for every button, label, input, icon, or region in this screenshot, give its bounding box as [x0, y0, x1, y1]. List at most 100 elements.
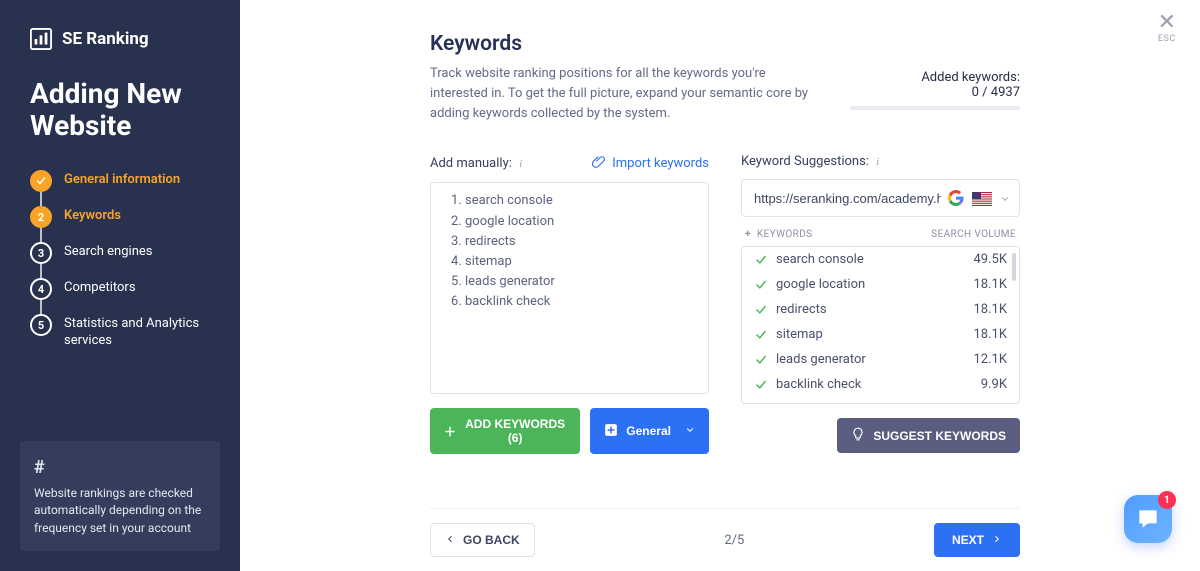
next-label: NEXT: [952, 533, 984, 547]
check-icon: [754, 378, 768, 392]
close-button[interactable]: ✕ ESC: [1158, 12, 1176, 44]
hash-icon: #: [34, 455, 206, 481]
chevron-left-icon: [445, 533, 455, 547]
step-statistics[interactable]: 5 Statistics and Analytics services: [30, 314, 216, 349]
step-label: Competitors: [64, 278, 136, 296]
suggestion-volume: 49.5K: [973, 252, 1007, 267]
keywords-textarea[interactable]: search consolegoogle locationredirectssi…: [430, 182, 709, 394]
chat-badge: 1: [1158, 491, 1176, 509]
suggestion-volume: 18.1K: [973, 327, 1007, 342]
step-label: Keywords: [64, 206, 121, 224]
step-general-information[interactable]: General information: [30, 170, 216, 192]
chevron-down-icon[interactable]: [1000, 189, 1010, 208]
suggestion-row[interactable]: backlink check 9.9K: [742, 372, 1019, 397]
plus-square-icon: [604, 423, 618, 440]
check-icon: [754, 353, 768, 367]
close-label: ESC: [1158, 34, 1176, 44]
step-competitors[interactable]: 4 Competitors: [30, 278, 216, 300]
sidebar-title: Adding New Website: [30, 78, 216, 142]
step-number: 5: [30, 314, 52, 336]
suggest-keywords-button[interactable]: SUGGEST KEYWORDS: [837, 418, 1020, 453]
suggestion-row[interactable]: leads generator 12.1K: [742, 347, 1019, 372]
sidebar: SE Ranking Adding New Website General in…: [0, 0, 240, 571]
suggest-keywords-label: SUGGEST KEYWORDS: [873, 429, 1006, 443]
manual-keyword-item: google location: [465, 212, 696, 232]
suggestions-table: search console49.5Kgoogle location18.1Kr…: [741, 246, 1020, 404]
step-label: General information: [64, 170, 180, 188]
suggestions-label: Keyword Suggestions:: [741, 154, 869, 169]
page-title: Keywords: [430, 32, 1020, 56]
manual-keyword-item: search console: [465, 191, 696, 211]
main-panel: ✕ ESC Keywords Track website ranking pos…: [240, 0, 1200, 571]
brand-name: SE Ranking: [62, 29, 149, 49]
info-icon[interactable]: i: [876, 156, 879, 168]
suggestion-volume: 18.1K: [973, 302, 1007, 317]
check-icon: [754, 328, 768, 342]
page-description: Track website ranking positions for all …: [430, 64, 810, 124]
lightbulb-icon: [851, 427, 865, 444]
suggestion-name: search console: [776, 252, 864, 267]
import-keywords-link[interactable]: Import keywords: [592, 154, 709, 172]
paperclip-icon: [592, 154, 606, 172]
sidebar-note: # Website rankings are checked automatic…: [20, 441, 220, 551]
suggestion-name: redirects: [776, 302, 827, 317]
step-number: 3: [30, 242, 52, 264]
suggestion-row[interactable]: search console 49.5K: [742, 247, 1019, 272]
info-icon[interactable]: i: [519, 158, 522, 170]
check-icon: [754, 303, 768, 317]
add-manually-section: Add manually: i Import keywords search c…: [430, 154, 709, 454]
go-back-label: GO BACK: [463, 533, 520, 547]
suggestion-row[interactable]: redirects 18.1K: [742, 297, 1019, 322]
added-keywords: Added keywords: 0 / 4937: [850, 64, 1020, 110]
go-back-button[interactable]: GO BACK: [430, 523, 535, 557]
keywords-column-header: KEYWORDS: [757, 229, 813, 240]
added-keywords-count: 0 / 4937: [972, 85, 1020, 100]
import-keywords-label: Import keywords: [612, 156, 709, 171]
manual-keyword-item: sitemap: [465, 252, 696, 272]
suggestion-row[interactable]: sitemap 18.1K: [742, 322, 1019, 347]
added-keywords-progress: [850, 106, 1020, 110]
flag-us-icon[interactable]: [972, 191, 992, 205]
sidebar-note-text: Website rankings are checked automatical…: [34, 486, 201, 535]
step-label: Statistics and Analytics services: [64, 314, 216, 349]
chevron-right-icon: [992, 533, 1002, 547]
suggestion-volume: 18.1K: [973, 277, 1007, 292]
chevron-down-icon: [685, 424, 695, 438]
close-icon: ✕: [1158, 12, 1176, 34]
step-search-engines[interactable]: 3 Search engines: [30, 242, 216, 264]
suggestion-name: sitemap: [776, 327, 823, 342]
check-icon: [754, 253, 768, 267]
suggestion-row[interactable]: google location 18.1K: [742, 272, 1019, 297]
volume-column-header: SEARCH VOLUME: [931, 229, 1016, 240]
google-icon[interactable]: [948, 190, 964, 206]
bar-chart-icon: [30, 28, 52, 50]
scrollbar[interactable]: [1012, 253, 1016, 281]
manual-keyword-item: backlink check: [465, 292, 696, 312]
general-label: General: [626, 424, 671, 438]
add-keywords-button[interactable]: ＋ ADD KEYWORDS (6): [430, 408, 580, 454]
add-keywords-label: ADD KEYWORDS (6): [464, 417, 566, 445]
manual-keyword-item: redirects: [465, 232, 696, 252]
added-keywords-label: Added keywords:: [921, 70, 1020, 85]
step-label: Search engines: [64, 242, 152, 260]
suggestion-name: leads generator: [776, 352, 866, 367]
suggestion-volume: 12.1K: [973, 352, 1007, 367]
step-keywords[interactable]: 2 Keywords: [30, 206, 216, 228]
keyword-suggestions-section: Keyword Suggestions: i: [741, 154, 1020, 454]
suggestion-name: backlink check: [776, 377, 861, 392]
steps-list: General information 2 Keywords 3 Search …: [30, 170, 216, 349]
chat-widget[interactable]: 1: [1124, 495, 1172, 543]
manual-keyword-item: leads generator: [465, 272, 696, 292]
step-progress: 2/5: [724, 533, 744, 548]
general-group-button[interactable]: General: [590, 408, 709, 454]
add-manually-label: Add manually:: [430, 156, 512, 171]
next-button[interactable]: NEXT: [934, 523, 1020, 557]
check-icon: [30, 170, 52, 192]
suggestion-name: google location: [776, 277, 865, 292]
suggestion-volume: 9.9K: [981, 377, 1007, 392]
step-number: 2: [30, 206, 52, 228]
plus-icon: ＋: [444, 423, 456, 440]
check-icon: [754, 278, 768, 292]
brand-logo: SE Ranking: [30, 28, 216, 50]
step-number: 4: [30, 278, 52, 300]
